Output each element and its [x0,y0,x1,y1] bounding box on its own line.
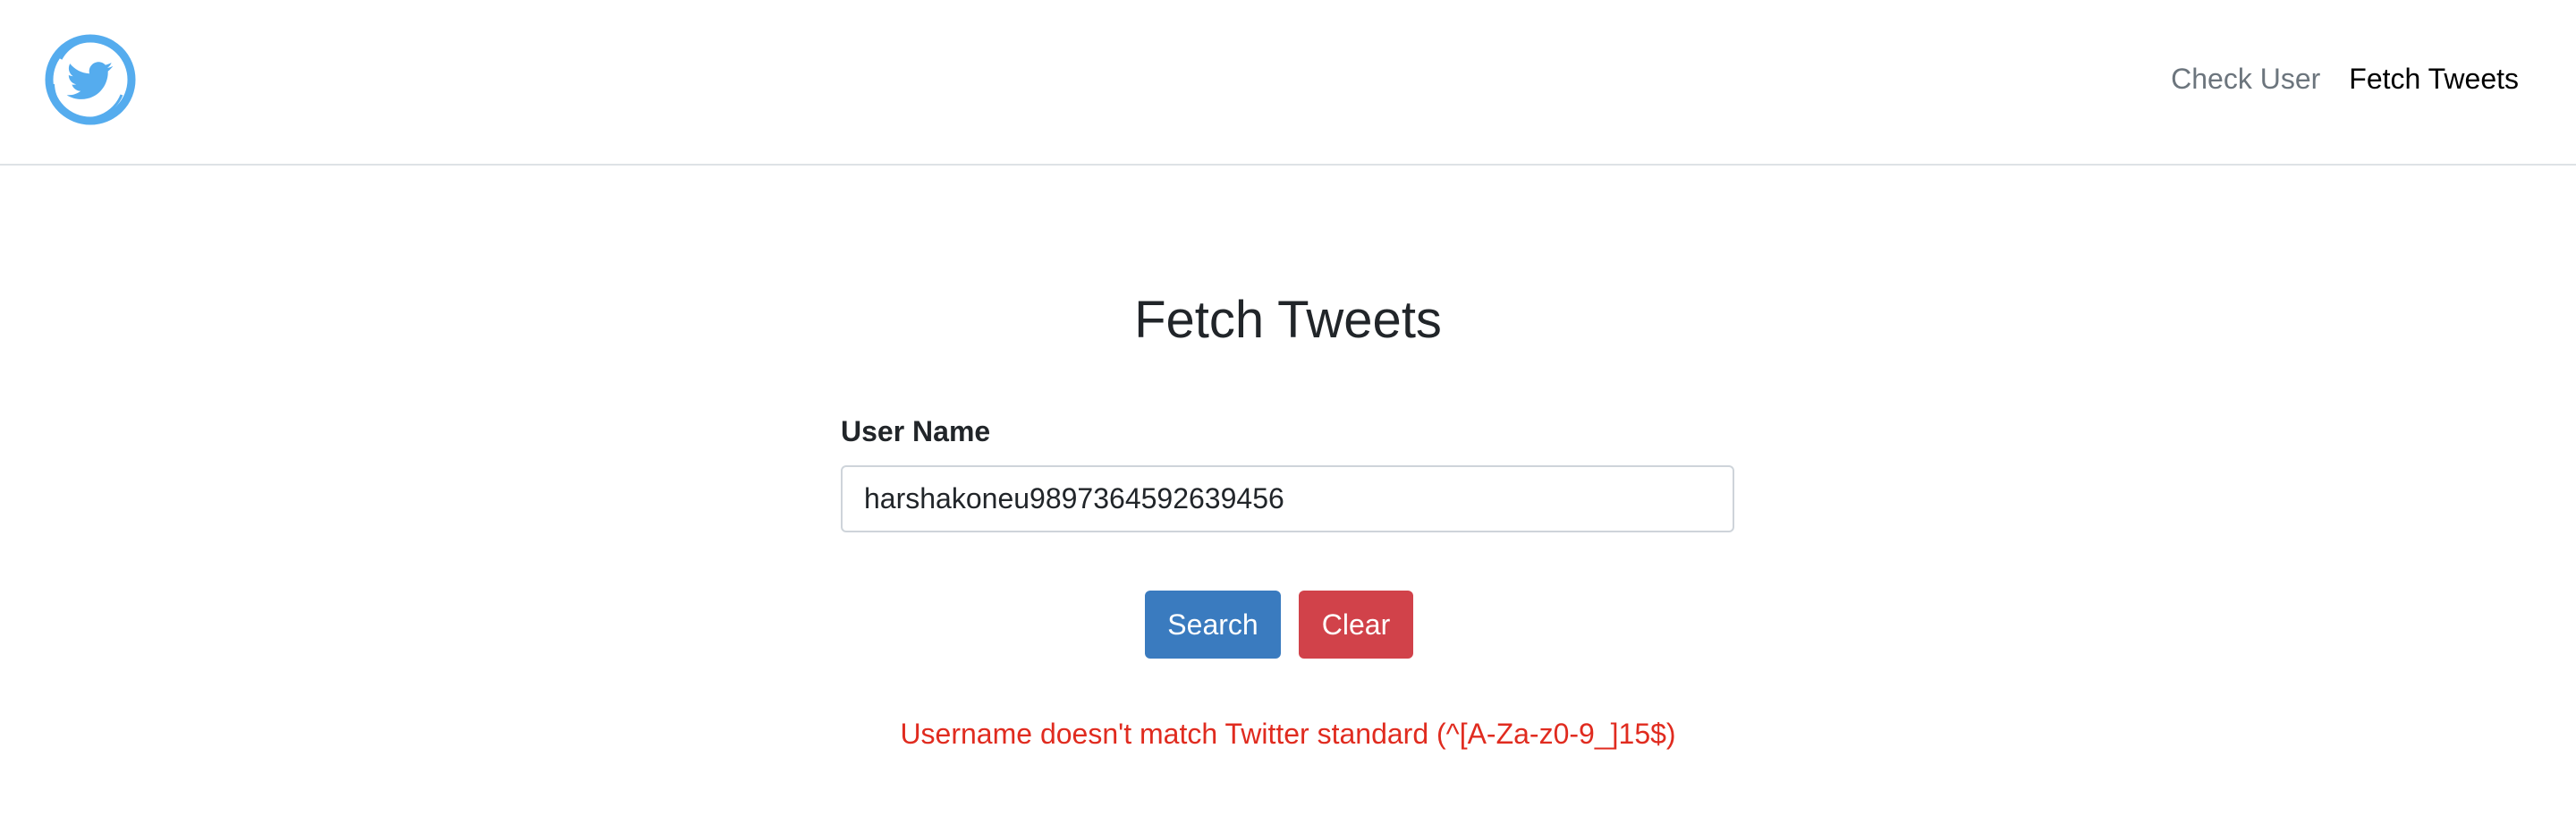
username-input[interactable] [841,465,1734,532]
search-button[interactable]: Search [1145,591,1281,659]
top-navbar: Check User Fetch Tweets [0,0,2576,166]
nav-fetch-tweets[interactable]: Fetch Tweets [2349,59,2519,98]
twitter-logo-icon[interactable] [43,32,138,127]
nav-check-user[interactable]: Check User [2171,59,2320,98]
clear-button[interactable]: Clear [1299,591,1413,659]
username-label: User Name [841,415,991,447]
page-title: Fetch Tweets [1134,291,1442,349]
validation-error-message: Username doesn't match Twitter standard … [900,718,1676,750]
nav-links: Check User Fetch Tweets [2171,59,2519,98]
